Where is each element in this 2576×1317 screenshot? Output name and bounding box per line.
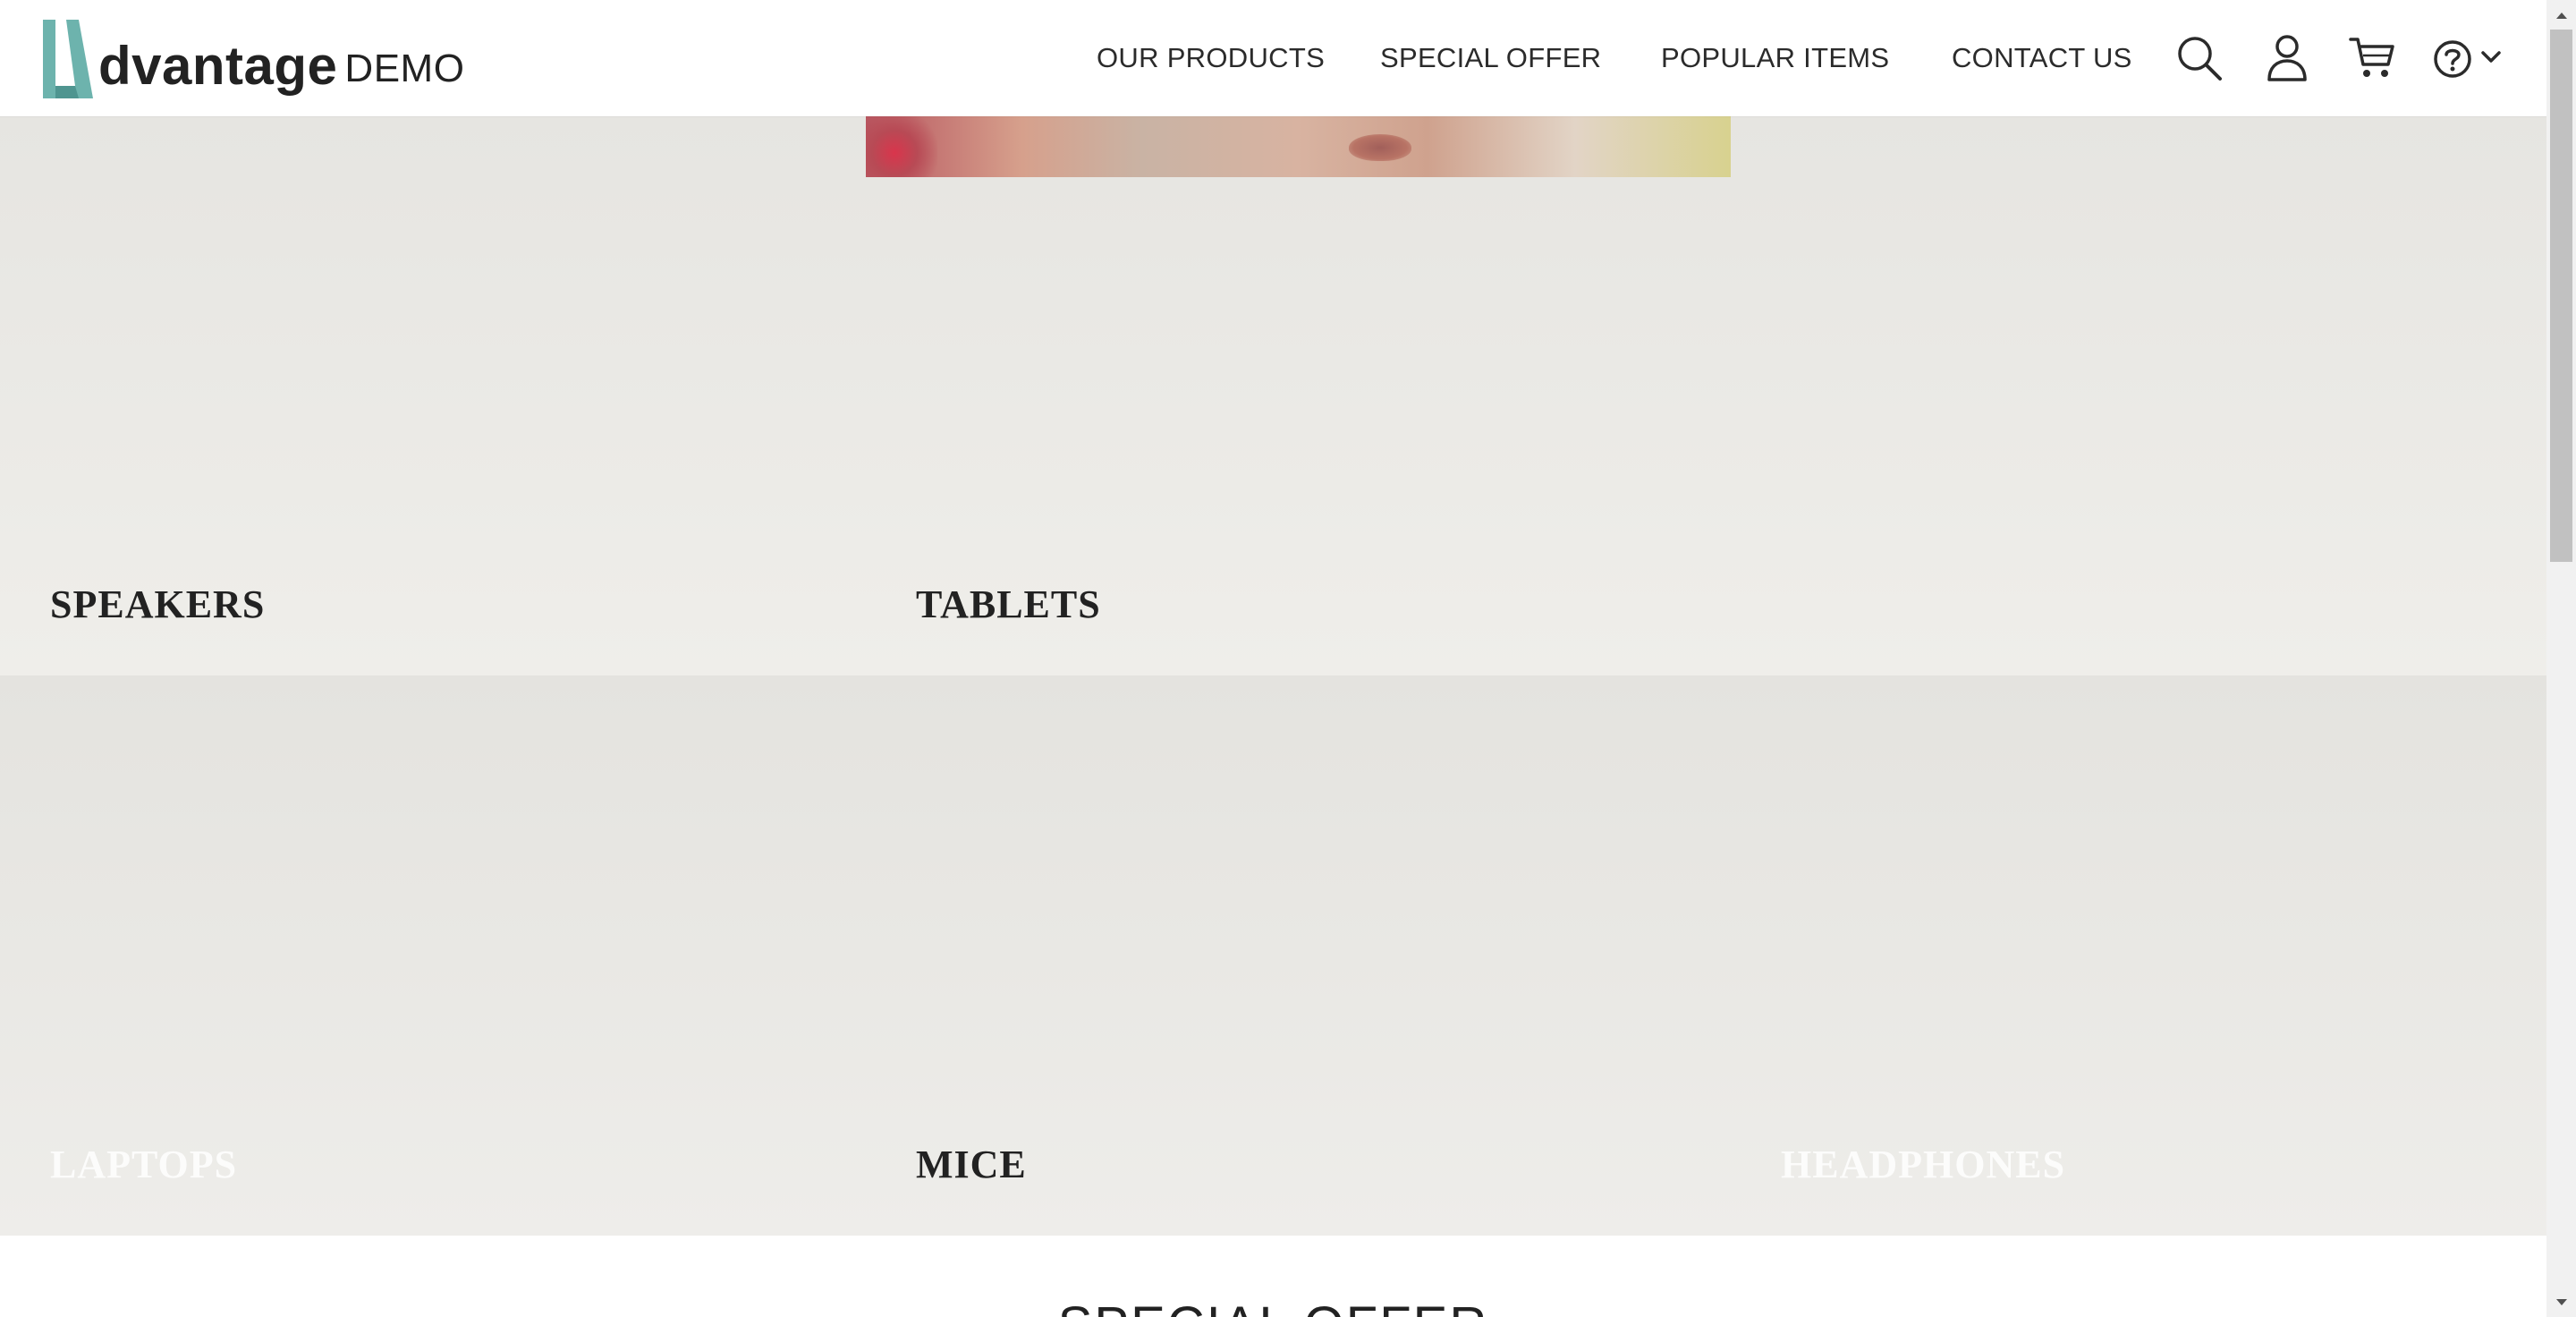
logo-mark-icon <box>43 20 93 98</box>
nav-popular-items[interactable]: POPULAR ITEMS <box>1661 0 1889 116</box>
scroll-down-arrow-icon[interactable] <box>2546 1287 2576 1317</box>
chevron-down-icon[interactable] <box>2481 50 2501 64</box>
brand-wordmark: dvantage <box>98 36 338 96</box>
category-label-mice[interactable]: MICE <box>916 1142 1027 1187</box>
nav-special-offer-label: SPECIAL OFFER <box>1380 42 1602 73</box>
brand-suffix: DEMO <box>344 47 465 90</box>
category-label-laptops[interactable]: LAPTOPS <box>50 1142 237 1187</box>
special-offer-heading: SPECIAL OFFER <box>0 1296 2546 1317</box>
search-icon[interactable] <box>2175 34 2224 82</box>
category-label-speakers[interactable]: SPEAKERS <box>50 582 265 627</box>
flower-shape <box>866 116 937 177</box>
category-label-tablets[interactable]: TABLETS <box>916 582 1101 627</box>
scrollbar-thumb[interactable] <box>2550 30 2572 562</box>
category-row-bottom <box>0 675 2546 1236</box>
portrait-detail <box>1349 134 1411 161</box>
nav-contact-us[interactable]: CONTACT US <box>1952 0 2132 116</box>
scroll-up-arrow-icon[interactable] <box>2546 0 2576 30</box>
nav-popular-items-label: POPULAR ITEMS <box>1661 42 1890 73</box>
category-row-top <box>0 116 2546 675</box>
tablets-hero-image <box>866 116 1731 177</box>
nav-our-products[interactable]: OUR PRODUCTS <box>1097 0 1325 116</box>
category-label-headphones[interactable]: HEADPHONES <box>1781 1142 2065 1187</box>
nav-our-products-label: OUR PRODUCTS <box>1097 42 1326 73</box>
cart-icon[interactable] <box>2349 34 2395 81</box>
page: SPEAKERS TABLETS LAPTOPS MICE HEADPHONES… <box>0 0 2546 1317</box>
nav-contact-us-label: CONTACT US <box>1952 42 2132 73</box>
nav-special-offer[interactable]: SPECIAL OFFER <box>1380 0 1601 116</box>
help-icon[interactable] <box>2433 39 2472 79</box>
vertical-scrollbar[interactable] <box>2546 0 2576 1317</box>
site-header: dvantage DEMO OUR PRODUCTS SPECIAL OFFER… <box>0 0 2546 116</box>
brand-logo[interactable]: dvantage DEMO <box>39 16 464 100</box>
user-icon[interactable] <box>2267 34 2308 82</box>
